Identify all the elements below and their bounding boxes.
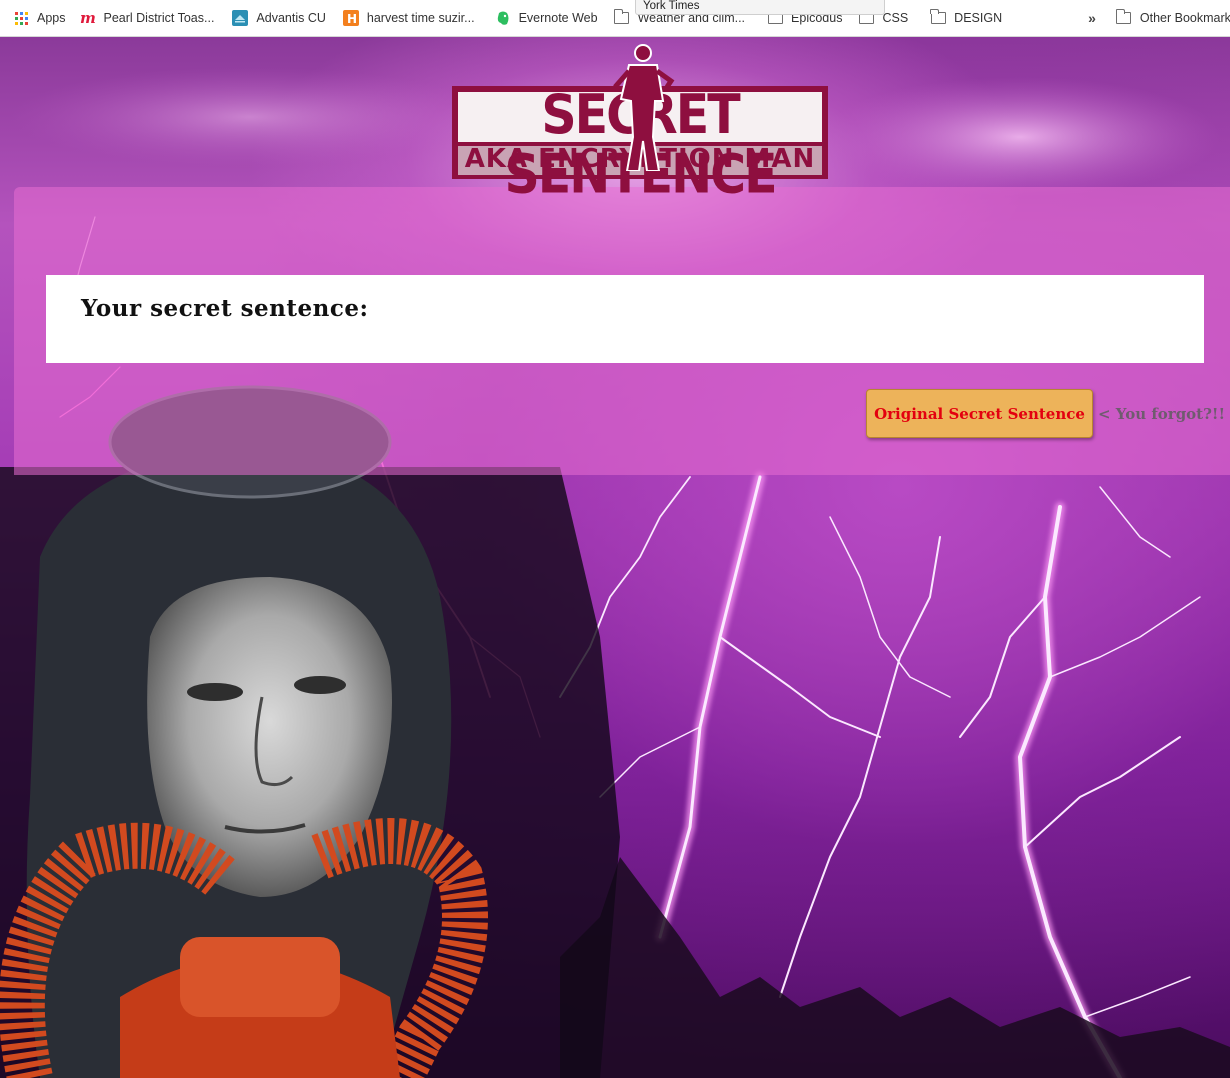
bookmark-evernote[interactable]: Evernote Web	[495, 0, 598, 36]
bookmark-apps[interactable]: Apps	[13, 0, 66, 36]
page-background: SECRET SENTENCE AKA ENCRYPTION MAN Your …	[0, 37, 1230, 1078]
h-icon: H	[342, 10, 359, 26]
apps-grid-icon	[13, 10, 29, 26]
folder-icon	[1116, 9, 1132, 26]
meetup-icon: m	[80, 10, 96, 26]
bookmark-label: Evernote Web	[518, 11, 598, 25]
bookmark-advantis-cu[interactable]: Advantis CU	[232, 0, 326, 36]
svg-text:m: m	[80, 11, 96, 25]
forgot-hint-text: < You forgot?!!	[1098, 405, 1226, 423]
chevron-double-right-icon: »	[1088, 10, 1096, 26]
bookmark-other[interactable]: Other Bookmarks	[1116, 0, 1230, 36]
svg-text:H: H	[347, 12, 357, 26]
folder-icon	[613, 9, 630, 26]
evernote-icon	[495, 10, 511, 26]
bookmark-label: Other Bookmarks	[1139, 11, 1230, 25]
folder-icon	[930, 9, 946, 26]
original-sentence-button[interactable]: Original Secret Sentence	[866, 389, 1093, 438]
bookmarks-overflow-button[interactable]: »	[1088, 0, 1096, 36]
bookmark-harvest[interactable]: H harvest time suzir...	[342, 0, 475, 36]
site-logo: SECRET SENTENCE AKA ENCRYPTION MAN	[452, 41, 828, 204]
bookmark-tooltip: York Times	[635, 0, 885, 15]
bookmark-label: DESIGN	[954, 11, 1003, 25]
bookmark-label: harvest time suzir...	[366, 11, 475, 25]
secret-sentence-output: Your secret sentence:	[46, 275, 1204, 363]
bookmark-pearl-district[interactable]: m Pearl District Toas...	[80, 0, 215, 36]
bookmark-label: Pearl District Toas...	[103, 11, 215, 25]
bookmark-label: Apps	[37, 11, 66, 25]
bookmark-label: Advantis CU	[256, 11, 326, 25]
bookmark-design[interactable]: DESIGN	[930, 0, 1002, 36]
bookmark-label: CSS	[882, 11, 909, 25]
spy-figure-icon	[613, 44, 675, 171]
secret-sentence-label: Your secret sentence:	[81, 295, 369, 322]
bookmarks-bar: Apps m Pearl District Toas... Advantis C…	[0, 0, 1230, 37]
advantis-icon	[232, 10, 249, 26]
